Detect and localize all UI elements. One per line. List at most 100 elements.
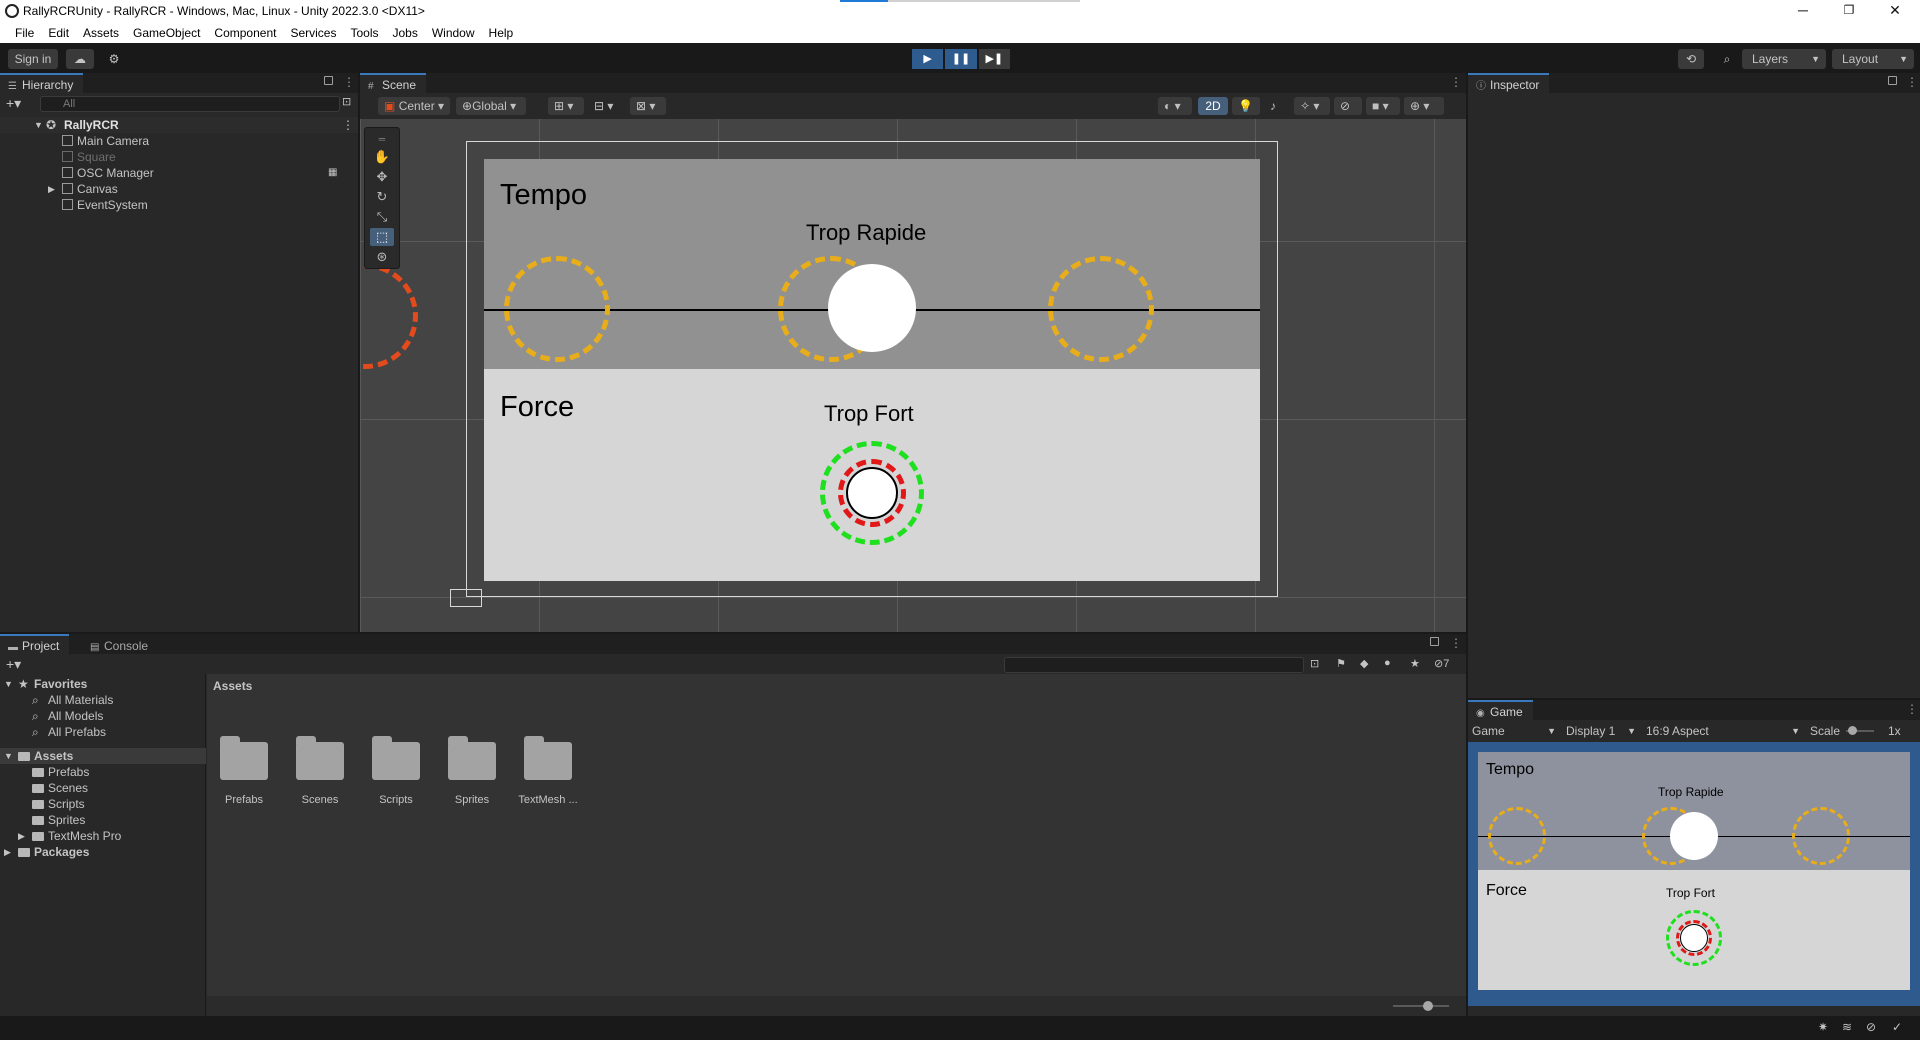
add-icon[interactable]: +▾ — [6, 656, 21, 673]
hierarchy-search-input[interactable]: All — [40, 96, 340, 112]
hierarchy-item-square[interactable]: Square — [0, 149, 358, 165]
assets-root[interactable]: ▼ Assets — [0, 748, 206, 764]
folder-scripts[interactable]: Scripts — [0, 796, 206, 812]
2d-toggle-button[interactable]: 2D — [1198, 97, 1228, 115]
kebab-menu-icon[interactable]: ⋮ — [1450, 636, 1462, 650]
scale-slider-thumb[interactable] — [1848, 726, 1857, 735]
lock-icon[interactable] — [1430, 637, 1439, 646]
tab-inspector[interactable]: ⓘ Inspector — [1468, 73, 1550, 93]
hand-tool-icon[interactable]: ✋ — [370, 148, 394, 166]
grid-snap-icon[interactable]: ⊞ ▾ — [548, 97, 584, 115]
rotate-tool-icon[interactable]: ↻ — [370, 188, 394, 206]
tab-scene[interactable]: # Scene — [360, 73, 427, 93]
hierarchy-item-osc-manager[interactable]: OSC Manager ▦ — [0, 165, 358, 181]
transform-tool-icon[interactable]: ⊛ — [370, 248, 394, 266]
lock-icon[interactable] — [1888, 76, 1897, 85]
display-dropdown[interactable]: Display 1 ▼ — [1566, 723, 1636, 739]
asset-folder-scripts[interactable]: Scripts — [361, 736, 431, 806]
menu-tools[interactable]: Tools — [343, 22, 385, 43]
menu-help[interactable]: Help — [482, 22, 521, 43]
project-search-input[interactable] — [1004, 657, 1304, 673]
draw-mode-icon[interactable]: ◐ ▾ — [1158, 97, 1192, 115]
snap-settings-icon[interactable]: ⊠ ▾ — [630, 97, 666, 115]
hierarchy-item-eventsystem[interactable]: EventSystem — [0, 197, 358, 213]
layers-status-icon[interactable]: ≋ — [1842, 1020, 1852, 1034]
kebab-menu-icon[interactable]: ⋮ — [343, 75, 355, 89]
bug-report-icon[interactable]: ✷ — [1818, 1020, 1828, 1034]
search-options-icon[interactable]: ⊡ — [342, 95, 351, 108]
minimize-button[interactable]: ─ — [1780, 0, 1826, 22]
asset-folder-textmesh-pro[interactable]: TextMesh ... — [513, 736, 583, 806]
checkmark-icon[interactable]: ✓ — [1892, 1020, 1902, 1034]
kebab-menu-icon[interactable]: ⋮ — [1906, 702, 1918, 716]
folder-textmesh-pro[interactable]: ▶ TextMesh Pro — [0, 828, 206, 844]
asset-folder-scenes[interactable]: Scenes — [285, 736, 355, 806]
menu-file[interactable]: File — [8, 22, 41, 43]
search-by-label-icon[interactable]: ⚑ — [1336, 657, 1346, 670]
folder-prefabs[interactable]: Prefabs — [0, 764, 206, 780]
expand-arrow-icon[interactable]: ▶ — [18, 828, 25, 844]
menu-assets[interactable]: Assets — [76, 22, 126, 43]
menu-gameobject[interactable]: GameObject — [126, 22, 207, 43]
sign-in-button[interactable]: Sign in — [8, 49, 58, 69]
snap-increment-icon[interactable]: ⊟ ▾ — [588, 97, 624, 115]
close-button[interactable]: ✕ — [1872, 0, 1918, 22]
menu-component[interactable]: Component — [207, 22, 283, 43]
move-tool-icon[interactable]: ✥ — [370, 168, 394, 186]
alert-icon[interactable]: ● — [1384, 657, 1391, 669]
icon-size-slider-thumb[interactable] — [1423, 1001, 1433, 1011]
audio-icon[interactable]: ♪ — [1264, 97, 1290, 115]
rect-tool-icon[interactable]: ⬚ — [370, 228, 394, 246]
menu-window[interactable]: Window — [425, 22, 482, 43]
gizmos-icon[interactable]: ⊕ ▾ — [1404, 97, 1444, 115]
asset-folder-sprites[interactable]: Sprites — [437, 736, 507, 806]
expand-arrow-icon[interactable]: ▶ — [48, 181, 55, 197]
aspect-dropdown[interactable]: 16:9 Aspect ▼ — [1646, 723, 1800, 739]
hierarchy-item-canvas[interactable]: ▶ Canvas — [0, 181, 358, 197]
history-icon[interactable]: ⟲ — [1678, 49, 1704, 69]
global-local-dropdown[interactable]: ⊕Global ▾ — [456, 97, 526, 115]
game-mode-dropdown[interactable]: Game ▼ — [1472, 723, 1556, 739]
menu-jobs[interactable]: Jobs — [385, 22, 424, 43]
menu-edit[interactable]: Edit — [41, 22, 76, 43]
kebab-menu-icon[interactable]: ⋮ — [1906, 75, 1918, 89]
tab-console[interactable]: ▤ Console — [82, 634, 159, 654]
hidden-objects-icon[interactable]: ⊘ — [1334, 97, 1362, 115]
camera-icon[interactable]: ■ ▾ — [1366, 97, 1400, 115]
favorite-star-icon[interactable]: ★ — [1410, 657, 1420, 670]
maximize-button[interactable]: ❐ — [1826, 0, 1872, 22]
lighting-icon[interactable]: 💡 — [1232, 97, 1260, 115]
hierarchy-item-main-camera[interactable]: Main Camera — [0, 133, 358, 149]
play-button[interactable]: ▶ — [912, 49, 944, 69]
packages-root[interactable]: ▶ Packages — [0, 844, 206, 860]
favorite-all-models[interactable]: ⌕ All Models — [0, 708, 206, 724]
scale-tool-icon[interactable]: ⤡ — [370, 208, 394, 226]
tag-icon[interactable]: ◆ — [1360, 657, 1368, 670]
scene-row[interactable]: ▼ ✪ RallyRCR ⋮ — [0, 117, 358, 133]
favorite-all-materials[interactable]: ⌕ All Materials — [0, 692, 206, 708]
folder-sprites[interactable]: Sprites — [0, 812, 206, 828]
favorites-header[interactable]: ▼ ★ Favorites — [0, 676, 206, 692]
kebab-menu-icon[interactable]: ⋮ — [342, 117, 354, 133]
scene-viewport[interactable]: Tempo Trop Rapide Force Trop Fort ═ ✋ ✥ … — [360, 119, 1466, 632]
pause-button[interactable]: ❚❚ — [945, 49, 977, 69]
tab-hierarchy[interactable]: ☰ Hierarchy — [0, 73, 84, 93]
lock-icon[interactable] — [324, 76, 333, 85]
breadcrumb[interactable]: Assets — [213, 676, 252, 696]
layers-dropdown[interactable]: Layers ▼ — [1742, 49, 1826, 69]
cloud-icon[interactable]: ☁ — [66, 49, 94, 69]
game-view[interactable]: Tempo Trop Rapide Force Trop Fort — [1468, 742, 1920, 1006]
drag-handle-icon[interactable]: ═ — [370, 130, 394, 148]
tab-game[interactable]: ◉ Game — [1468, 700, 1533, 720]
pivot-center-dropdown[interactable]: ▣ Center ▾ — [378, 97, 450, 115]
tab-project[interactable]: ▬ Project — [0, 634, 70, 654]
expand-arrow-icon[interactable]: ▼ — [34, 117, 43, 133]
search-icon[interactable]: ⌕ — [1714, 49, 1740, 69]
hidden-packages-icon[interactable]: ⊘7 — [1434, 657, 1449, 670]
expand-arrow-icon[interactable]: ▼ — [4, 676, 13, 692]
collab-icon[interactable]: ⚙ — [102, 49, 126, 69]
asset-folder-prefabs[interactable]: Prefabs — [209, 736, 279, 806]
add-icon[interactable]: +▾ — [6, 95, 21, 112]
folder-scenes[interactable]: Scenes — [0, 780, 206, 796]
expand-arrow-icon[interactable]: ▼ — [4, 748, 13, 764]
